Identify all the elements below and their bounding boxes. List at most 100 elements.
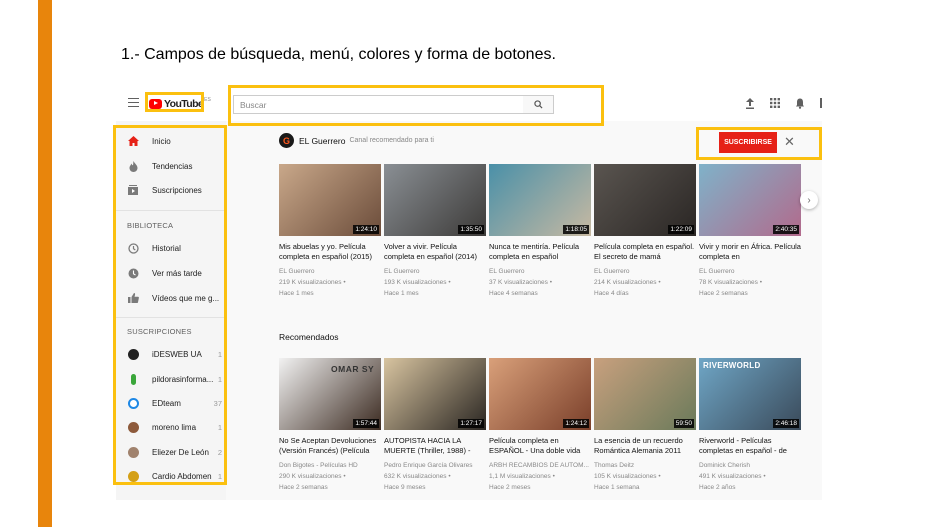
video-views: 290 K visualizaciones • [279, 473, 346, 480]
search-input[interactable]: Buscar [233, 95, 524, 114]
video-title[interactable]: AUTOPISTA HACIA LA MUERTE (Thriller, 198… [384, 436, 486, 456]
slide-accent-bar [38, 0, 52, 527]
video-title[interactable]: Volver a vivir. Película completa en esp… [384, 242, 486, 262]
video-views: 1,1 M visualizaciones • [489, 473, 555, 480]
sidebar-item-label: Inicio [152, 136, 171, 146]
video-channel[interactable]: EL Guerrero [279, 266, 381, 277]
history-icon [127, 242, 139, 254]
logo-text: YouTube [164, 97, 204, 110]
channel-avatar [128, 397, 139, 409]
video-title[interactable]: Película completa en español. El secreto… [594, 242, 696, 262]
video-title[interactable]: Película completa en ESPAÑOL - Una doble… [489, 436, 591, 456]
video-views: 78 K visualizaciones • [699, 279, 762, 286]
video-age: Hace 9 meses [384, 484, 426, 491]
video-duration: 1:18:05 [563, 225, 589, 234]
video-card[interactable]: 1:18:05 Nunca te mentiría. Película comp… [489, 164, 591, 299]
video-thumbnail[interactable]: OMAR SY 1:57:44 [279, 358, 381, 430]
video-channel[interactable]: Don Bigotes - Películas HD [279, 460, 381, 471]
video-card[interactable]: 1:24:12 Película completa en ESPAÑOL - U… [489, 358, 591, 493]
video-channel[interactable]: EL Guerrero [594, 266, 696, 277]
video-channel[interactable]: EL Guerrero [489, 266, 591, 277]
video-channel[interactable]: Thomas Deitz [594, 460, 696, 471]
video-channel[interactable]: EL Guerrero [384, 266, 486, 277]
video-duration: 2:46:18 [773, 419, 799, 428]
sidebar-item-tendencias[interactable]: Tendencias [116, 154, 226, 178]
video-views: 214 K visualizaciones • [594, 279, 661, 286]
video-channel[interactable]: EL Guerrero [699, 266, 801, 277]
video-duration: 1:24:12 [563, 419, 589, 428]
subscriptions-header: SUSCRIPCIONES [127, 327, 192, 336]
youtube-logo[interactable]: YouTube ES [149, 95, 211, 112]
chevron-right-icon: › [807, 194, 811, 206]
sidebar-item-ver-mas-tarde[interactable]: Ver más tarde [116, 261, 226, 285]
video-title[interactable]: Mis abuelas y yo. Película completa en e… [279, 242, 381, 262]
video-card[interactable]: 1:27:17 AUTOPISTA HACIA LA MUERTE (Thril… [384, 358, 486, 493]
video-card[interactable]: OMAR SY 1:57:44 No Se Aceptan Devolucione… [279, 358, 381, 493]
video-title[interactable]: Vivir y morir en África. Película comple… [699, 242, 801, 262]
menu-icon[interactable] [128, 98, 139, 107]
video-card[interactable]: 1:22:09 Película completa en español. El… [594, 164, 696, 299]
video-duration: 1:24:10 [353, 225, 379, 234]
close-icon[interactable]: ✕ [784, 135, 795, 148]
video-thumbnail[interactable]: 2:40:35 [699, 164, 801, 236]
video-thumbnail[interactable]: 1:35:50 [384, 164, 486, 236]
channel-name[interactable]: EL Guerrero [299, 136, 345, 146]
sidebar-item-inicio[interactable]: Inicio [116, 129, 226, 153]
youtube-screenshot: YouTube ES Buscar Inicio Tendencias Susc… [116, 88, 822, 500]
sidebar-item-label: pildorasinforma... [152, 374, 214, 384]
home-icon [127, 135, 139, 147]
upload-icon[interactable] [744, 97, 756, 109]
sidebar-sub-cardio-abdomen[interactable]: Cardio Abdomen 1 [116, 464, 226, 488]
video-channel[interactable]: Dominick Cherish [699, 460, 801, 471]
bell-icon[interactable] [794, 97, 806, 109]
sidebar-item-videos-que-me-gustan[interactable]: Vídeos que me g... [116, 286, 226, 310]
sidebar-sub-moreno-lima[interactable]: moreno lima 1 [116, 415, 226, 439]
sidebar-item-label: Historial [152, 243, 181, 253]
video-channel[interactable]: Pedro Enrique García Olivares [384, 460, 486, 471]
recommended-heading: Recomendados [279, 332, 339, 342]
video-card[interactable]: RIVERWORLD 2:46:18 Riverworld - Películas… [699, 358, 801, 493]
account-icon[interactable] [819, 97, 822, 109]
video-title[interactable]: La esencia de un recuerdo Romántica Alem… [594, 436, 696, 456]
video-title[interactable]: Riverworld - Películas completas en espa… [699, 436, 801, 456]
sidebar-item-count: 2 [217, 447, 222, 457]
next-arrow-button[interactable]: › [800, 191, 818, 209]
library-header: BIBLIOTECA [127, 221, 174, 230]
video-thumbnail[interactable]: 1:18:05 [489, 164, 591, 236]
video-thumbnail[interactable]: RIVERWORLD 2:46:18 [699, 358, 801, 430]
sidebar-sub-edteam[interactable]: EDteam 37 [116, 391, 226, 415]
subscribe-button[interactable]: SUSCRIBIRSE [719, 132, 777, 153]
sidebar-sub-eliezer-de-leon[interactable]: Eliezer De León 2 [116, 440, 226, 464]
video-card[interactable]: 59:50 La esencia de un recuerdo Romántic… [594, 358, 696, 493]
video-age: Hace 2 meses [489, 484, 531, 491]
sidebar-sub-ideswebua[interactable]: iDESWEB UA 1 [116, 342, 226, 366]
sidebar-item-label: iDESWEB UA [152, 349, 202, 359]
video-title[interactable]: Nunca te mentiría. Película completa en … [489, 242, 591, 262]
video-views: 219 K visualizaciones • [279, 279, 346, 286]
video-thumbnail[interactable]: 1:22:09 [594, 164, 696, 236]
video-channel[interactable]: ARBH RECAMBIOS DE AUTOM... [489, 460, 591, 471]
video-thumbnail[interactable]: 59:50 [594, 358, 696, 430]
video-title[interactable]: No Se Aceptan Devoluciones (Versión Fran… [279, 436, 381, 456]
video-duration: 1:27:17 [458, 419, 484, 428]
video-card[interactable]: 1:24:10 Mis abuelas y yo. Película compl… [279, 164, 381, 299]
sidebar-item-label: Vídeos que me g... [152, 293, 220, 303]
video-thumbnail[interactable]: 1:24:10 [279, 164, 381, 236]
channel-tagline: Canal recomendado para ti [349, 137, 434, 144]
channel-avatar [128, 421, 139, 433]
sidebar-item-count: 37 [213, 398, 222, 408]
sidebar-item-suscripciones[interactable]: Suscripciones [116, 178, 226, 202]
sidebar-item-label: Eliezer De León [152, 447, 209, 457]
apps-icon[interactable] [769, 97, 781, 109]
sidebar-sub-pildorasinformaticas[interactable]: pildorasinforma... 1 [116, 367, 226, 391]
thumbs-up-icon [127, 292, 139, 304]
sidebar-item-historial[interactable]: Historial [116, 236, 226, 260]
search-button[interactable] [523, 95, 554, 114]
video-card[interactable]: 1:35:50 Volver a vivir. Película complet… [384, 164, 486, 299]
channel-avatar [128, 446, 139, 458]
video-card[interactable]: 2:40:35 Vivir y morir en África. Películ… [699, 164, 801, 299]
video-thumbnail[interactable]: 1:24:12 [489, 358, 591, 430]
channel-avatar[interactable]: G [279, 133, 294, 148]
video-thumbnail[interactable]: 1:27:17 [384, 358, 486, 430]
sidebar-divider [116, 210, 226, 211]
